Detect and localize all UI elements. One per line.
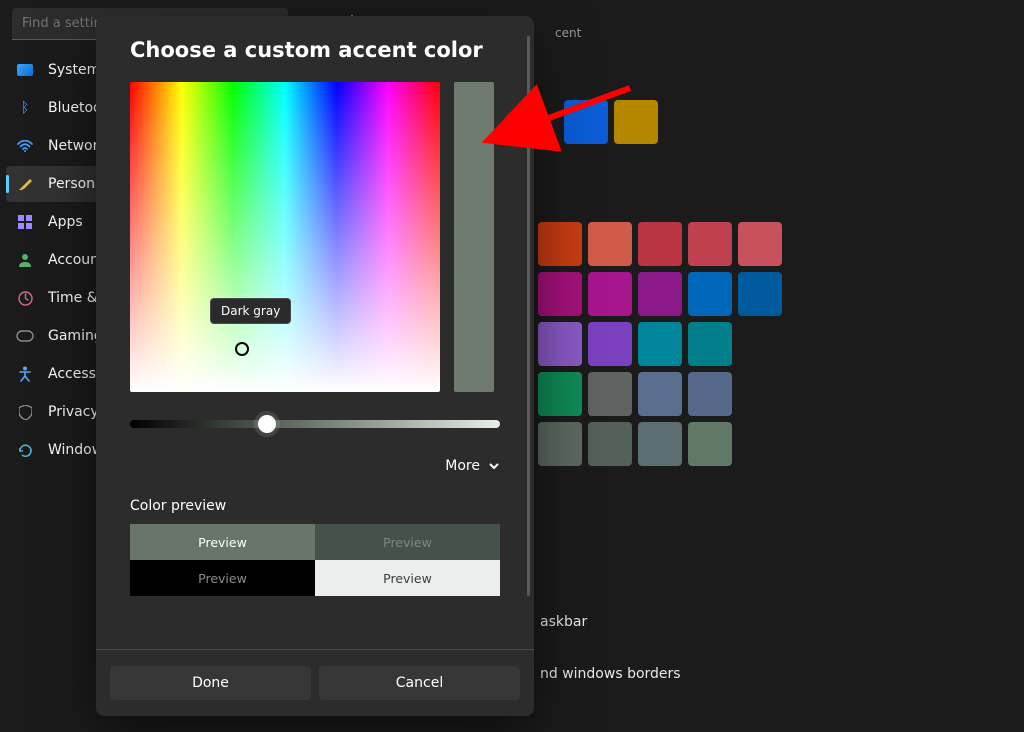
picker-cursor[interactable]	[235, 342, 249, 356]
globe-clock-icon	[16, 289, 34, 307]
color-swatch[interactable]	[538, 372, 582, 416]
paintbrush-icon	[16, 175, 34, 193]
bluetooth-icon: ᛒ	[16, 99, 34, 117]
modal-footer: Done Cancel	[96, 649, 534, 716]
color-swatch[interactable]	[638, 322, 682, 366]
recent-swatch[interactable]	[564, 100, 608, 144]
preview-light-on-accent[interactable]: Preview	[130, 524, 315, 560]
wifi-icon	[16, 137, 34, 155]
accent-color-grid	[538, 222, 832, 466]
done-button[interactable]: Done	[110, 666, 311, 700]
recent-swatch[interactable]	[614, 100, 658, 144]
taskbar-row-trail: askbar	[540, 614, 587, 630]
color-swatch[interactable]	[588, 222, 632, 266]
color-swatch[interactable]	[588, 272, 632, 316]
shield-icon	[16, 403, 34, 421]
recent-colors-row	[564, 100, 1000, 144]
color-swatch[interactable]	[738, 222, 782, 266]
color-swatch[interactable]	[688, 422, 732, 466]
color-swatch[interactable]	[688, 222, 732, 266]
more-toggle[interactable]: More	[130, 458, 500, 474]
modal-title: Choose a custom accent color	[130, 38, 500, 62]
color-swatch[interactable]	[588, 372, 632, 416]
accent-subtext: cent	[555, 26, 581, 40]
color-swatch[interactable]	[538, 322, 582, 366]
color-tooltip: Dark gray	[210, 298, 291, 324]
cancel-button[interactable]: Cancel	[319, 666, 520, 700]
color-swatch[interactable]	[688, 322, 732, 366]
apps-icon	[16, 213, 34, 231]
accessibility-icon	[16, 365, 34, 383]
color-swatch[interactable]	[538, 272, 582, 316]
color-swatch[interactable]	[638, 272, 682, 316]
color-picker-modal: Choose a custom accent color Dark gray M…	[96, 16, 534, 716]
nav-label: Gaming	[48, 328, 103, 344]
gamepad-icon	[16, 327, 34, 345]
preview-accent-on-black[interactable]: Preview	[130, 560, 315, 596]
modal-scrollbar[interactable]	[527, 36, 530, 596]
hue-sat-picker[interactable]: Dark gray	[130, 82, 440, 392]
color-swatch[interactable]	[638, 422, 682, 466]
color-swatch[interactable]	[588, 322, 632, 366]
color-swatch[interactable]	[638, 222, 682, 266]
color-swatch[interactable]	[538, 222, 582, 266]
color-preview-grid: Preview Preview Preview Preview	[130, 524, 500, 596]
preview-dark-on-accent[interactable]: Preview	[315, 524, 500, 560]
chevron-down-icon	[488, 460, 500, 472]
preview-accent-on-white[interactable]: Preview	[315, 560, 500, 596]
person-icon	[16, 251, 34, 269]
more-label: More	[445, 458, 480, 474]
color-swatch[interactable]	[588, 422, 632, 466]
borders-row-trail: nd windows borders	[540, 666, 681, 682]
value-slider[interactable]	[130, 420, 500, 428]
nav-label: Apps	[48, 214, 83, 230]
color-swatch[interactable]	[688, 272, 732, 316]
nav-label: System	[48, 62, 100, 78]
color-swatch[interactable]	[638, 372, 682, 416]
current-color-strip	[454, 82, 494, 392]
color-swatch[interactable]	[688, 372, 732, 416]
color-swatch[interactable]	[738, 272, 782, 316]
monitor-icon	[16, 61, 34, 79]
color-preview-label: Color preview	[130, 498, 500, 514]
color-swatch[interactable]	[538, 422, 582, 466]
update-icon	[16, 441, 34, 459]
slider-thumb[interactable]	[258, 415, 276, 433]
